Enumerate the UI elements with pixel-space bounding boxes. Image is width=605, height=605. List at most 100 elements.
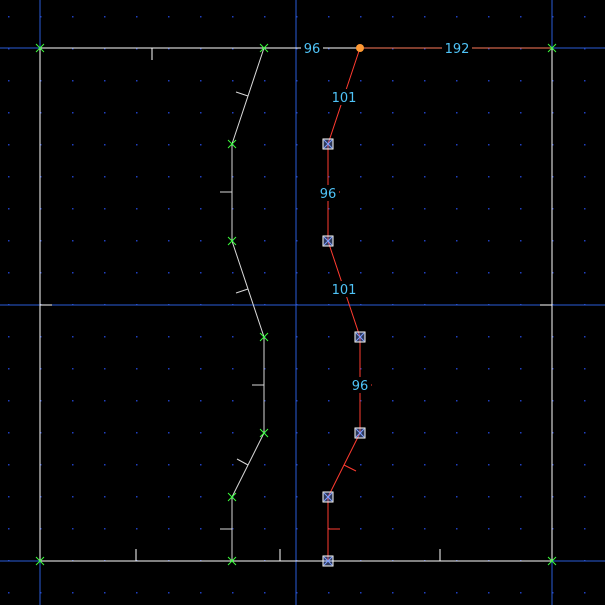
selected-vertex-box-icon[interactable] (322, 235, 334, 247)
selected-vertices[interactable] (322, 138, 366, 567)
grid-dot (136, 528, 138, 530)
grid-dot (424, 16, 426, 18)
grid-dot (72, 400, 74, 402)
grid-dot (520, 16, 522, 18)
grid-dot (488, 336, 490, 338)
selected-vertex-box-icon[interactable] (322, 555, 334, 567)
length-label-seg4: 96 (352, 379, 369, 394)
grid-dot (136, 592, 138, 594)
grid-dot (424, 144, 426, 146)
grid-dot (392, 80, 394, 82)
grid-dot (456, 240, 458, 242)
linedef-tick (235, 91, 249, 97)
grid-dot (392, 336, 394, 338)
grid-dot (72, 496, 74, 498)
grid-dot (328, 112, 330, 114)
grid-dot (520, 240, 522, 242)
grid-dot (584, 80, 586, 82)
grid-dot (584, 432, 586, 434)
selected-vertex-box-icon[interactable] (354, 427, 366, 439)
length-label-seg1: 101 (332, 91, 357, 106)
grid-dot (232, 80, 234, 82)
grid-dot (104, 80, 106, 82)
grid-dot (584, 528, 586, 530)
grid-dot (456, 16, 458, 18)
grid-dot (72, 528, 74, 530)
grid-dot (232, 400, 234, 402)
grid-dot (488, 272, 490, 274)
grid-dot (200, 464, 202, 466)
grid-dot (168, 80, 170, 82)
grid-dot (424, 336, 426, 338)
grid-dot (8, 80, 10, 82)
grid-dot (520, 176, 522, 178)
grid-dot (328, 16, 330, 18)
grid-dot (104, 16, 106, 18)
grid-dot (360, 208, 362, 210)
selected-vertex-box-icon[interactable] (354, 331, 366, 343)
grid-dot (136, 16, 138, 18)
grid-dot (104, 144, 106, 146)
grid-dot (72, 144, 74, 146)
grid-dot (520, 400, 522, 402)
grid-dot (168, 592, 170, 594)
grid-dot (168, 208, 170, 210)
grid-dot (104, 464, 106, 466)
grid-dot (488, 240, 490, 242)
grid-dot (232, 464, 234, 466)
grid-dot (392, 176, 394, 178)
grid-dot (584, 368, 586, 370)
grid-dot (424, 496, 426, 498)
grid-dot (168, 176, 170, 178)
grid-dot (168, 272, 170, 274)
grid-dot (168, 432, 170, 434)
grid-dot (360, 80, 362, 82)
grid-dot (360, 112, 362, 114)
grid-dot (392, 112, 394, 114)
grid-dot (584, 176, 586, 178)
grid-dot (584, 144, 586, 146)
selected-vertex-box-icon[interactable] (322, 491, 334, 503)
grid-dot (104, 208, 106, 210)
grid-dot (488, 80, 490, 82)
grid-dot (424, 80, 426, 82)
grid-dot (8, 368, 10, 370)
grid-dot (168, 240, 170, 242)
grid-dot (520, 80, 522, 82)
grid-dot (72, 240, 74, 242)
grid-dot (8, 176, 10, 178)
length-label-seg3: 101 (332, 283, 357, 298)
linedef-tick (343, 464, 357, 472)
grid-dot (488, 592, 490, 594)
grid-dot (232, 368, 234, 370)
linedef-tick (236, 458, 249, 466)
grid-dot (136, 464, 138, 466)
grid-dot (456, 336, 458, 338)
grid-dot (168, 112, 170, 114)
grid-dot (456, 464, 458, 466)
grid-dot (8, 144, 10, 146)
grid-dot (488, 16, 490, 18)
grid-dot (200, 112, 202, 114)
grid-dot (584, 112, 586, 114)
grid-dot (584, 496, 586, 498)
map-editor-viewport[interactable]: 96 192 101 96 101 96 (0, 0, 605, 605)
grid-dot (424, 112, 426, 114)
grid-dot (200, 432, 202, 434)
grid-dot (232, 336, 234, 338)
grid-dot (200, 80, 202, 82)
grid-dot (520, 272, 522, 274)
grid-dot (584, 400, 586, 402)
grid-dot (168, 368, 170, 370)
selected-vertex-box-icon[interactable] (322, 138, 334, 150)
highlighted-vertex[interactable] (356, 44, 364, 52)
grid-dot (520, 144, 522, 146)
grid-dot (136, 336, 138, 338)
grid-dot (392, 272, 394, 274)
grid-dot (72, 336, 74, 338)
grid-dot (200, 208, 202, 210)
linedef-tick (235, 288, 249, 294)
grid-dot (168, 528, 170, 530)
grid-dot (136, 432, 138, 434)
grid-dot (360, 592, 362, 594)
